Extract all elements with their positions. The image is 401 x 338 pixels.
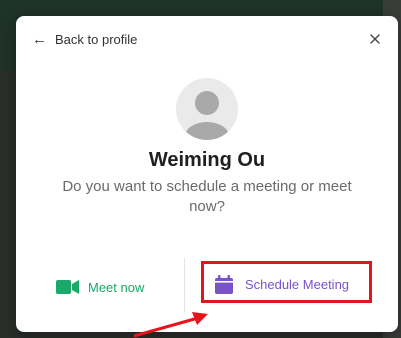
schedule-meeting-label: Schedule Meeting [244,276,350,292]
avatar [176,78,238,140]
meet-now-label: Meet now [88,279,145,295]
arrow-left-icon: ← [32,31,47,48]
schedule-meeting-dialog: ← Back to profile Weiming Ou Do you want… [16,16,398,332]
schedule-question: Do you want to schedule a meeting or mee… [62,178,352,216]
actions-divider [184,258,185,312]
calendar-icon [214,274,233,294]
video-camera-icon [56,280,79,294]
schedule-meeting-button[interactable]: Schedule Meeting [202,263,362,305]
back-to-profile-link[interactable]: ← Back to profile [32,32,137,47]
back-to-profile-label: Back to profile [55,32,138,47]
meet-now-button[interactable]: Meet now [56,272,144,302]
close-button[interactable] [366,30,384,48]
contact-name: Weiming Ou [148,149,266,171]
person-icon [185,91,229,140]
annotation-arrow-icon [133,312,208,338]
close-icon [370,34,380,44]
